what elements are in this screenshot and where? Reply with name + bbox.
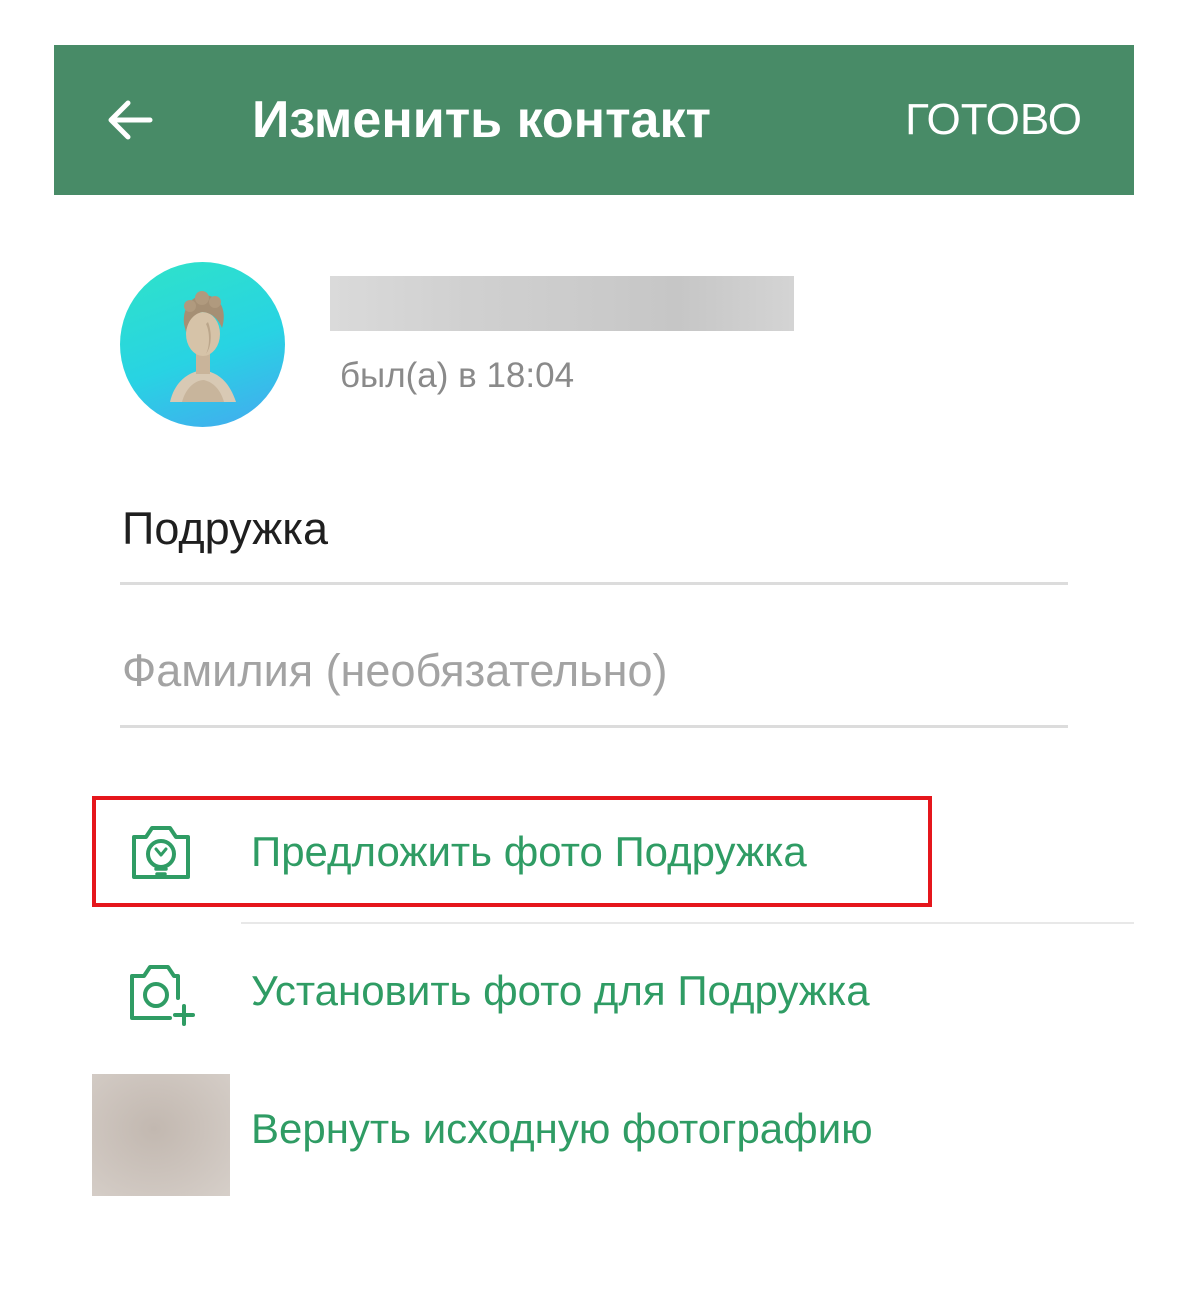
set-photo-label: Установить фото для Подружка bbox=[251, 967, 870, 1014]
page-title: Изменить контакт bbox=[252, 91, 711, 149]
set-photo-button[interactable]: Установить фото для Подружка bbox=[92, 936, 1134, 1046]
last-name-field[interactable]: Фамилия (необязательно) bbox=[120, 638, 1068, 728]
suggest-photo-label: Предложить фото Подружка bbox=[251, 828, 807, 875]
arrow-left-icon bbox=[108, 100, 153, 140]
camera-suggest-icon bbox=[132, 826, 190, 879]
suggest-photo-button[interactable]: Предложить фото Подружка bbox=[92, 797, 1134, 907]
top-app-bar: Изменить контакт ГОТОВО bbox=[54, 45, 1134, 195]
avatar[interactable] bbox=[120, 262, 285, 427]
back-button[interactable] bbox=[94, 89, 166, 151]
edit-contact-screen: Изменить контакт ГОТОВО был(а) в 18:04 П… bbox=[0, 0, 1188, 1292]
divider bbox=[241, 922, 1134, 924]
last-seen-status: был(а) в 18:04 bbox=[340, 356, 575, 395]
contact-name-redacted bbox=[330, 276, 794, 331]
camera-add-icon bbox=[130, 965, 195, 1026]
reset-photo-label: Вернуть исходную фотографию bbox=[251, 1105, 873, 1152]
last-name-placeholder: Фамилия (необязательно) bbox=[122, 645, 668, 696]
bust-statue-icon bbox=[170, 291, 236, 402]
first-name-field[interactable]: Подружка bbox=[120, 496, 1068, 585]
first-name-value: Подружка bbox=[122, 503, 328, 554]
original-photo-thumbnail bbox=[92, 1074, 230, 1196]
done-button[interactable]: ГОТОВО bbox=[905, 91, 1082, 149]
reset-photo-button[interactable]: Вернуть исходную фотографию bbox=[92, 1074, 1134, 1196]
